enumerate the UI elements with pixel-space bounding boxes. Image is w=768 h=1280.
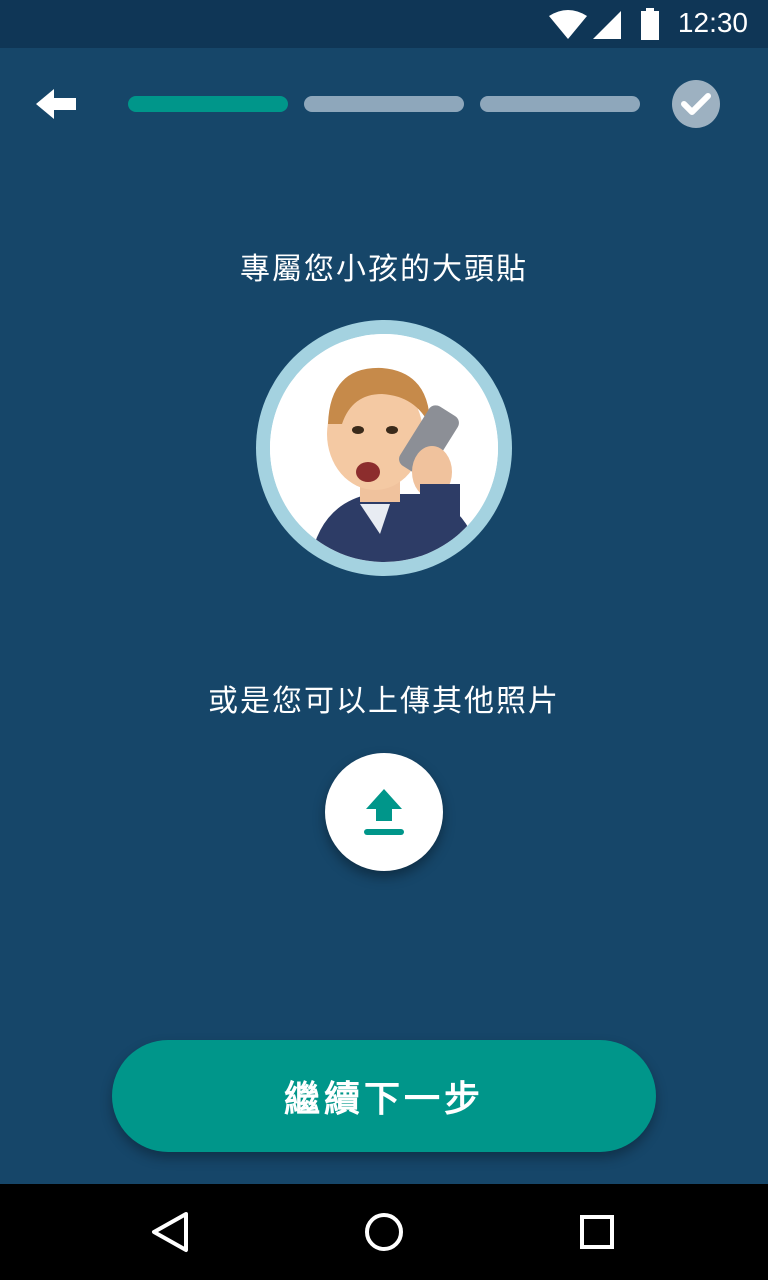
next-step-button[interactable]: 繼續下一步 bbox=[112, 1040, 656, 1152]
finish-step-indicator bbox=[672, 80, 720, 128]
progress-step-2 bbox=[304, 96, 464, 112]
progress-step-3 bbox=[480, 96, 640, 112]
system-nav-bar bbox=[0, 1184, 768, 1280]
signal-icon bbox=[593, 11, 621, 39]
avatar bbox=[270, 334, 498, 562]
status-bar: 12:30 bbox=[0, 0, 768, 48]
next-step-label: 繼續下一步 bbox=[283, 1079, 484, 1120]
avatar-ring[interactable] bbox=[256, 320, 512, 576]
back-triangle-icon[interactable] bbox=[144, 1206, 196, 1258]
check-icon bbox=[681, 93, 711, 115]
arrow-left-icon bbox=[36, 89, 76, 119]
page-title: 專屬您小孩的大頭貼 bbox=[240, 252, 528, 287]
back-button[interactable] bbox=[28, 80, 84, 128]
progress-step-1 bbox=[128, 96, 288, 112]
top-bar bbox=[0, 48, 768, 160]
battery-icon bbox=[641, 8, 659, 40]
wifi-icon bbox=[549, 10, 587, 39]
home-circle-icon[interactable] bbox=[358, 1206, 410, 1258]
child-photo bbox=[270, 334, 498, 562]
recents-square-icon[interactable] bbox=[571, 1206, 623, 1258]
status-time: 12:30 bbox=[677, 7, 748, 38]
upload-button[interactable] bbox=[325, 753, 443, 871]
upload-icon bbox=[364, 789, 404, 835]
upload-prompt: 或是您可以上傳其他照片 bbox=[208, 684, 560, 719]
